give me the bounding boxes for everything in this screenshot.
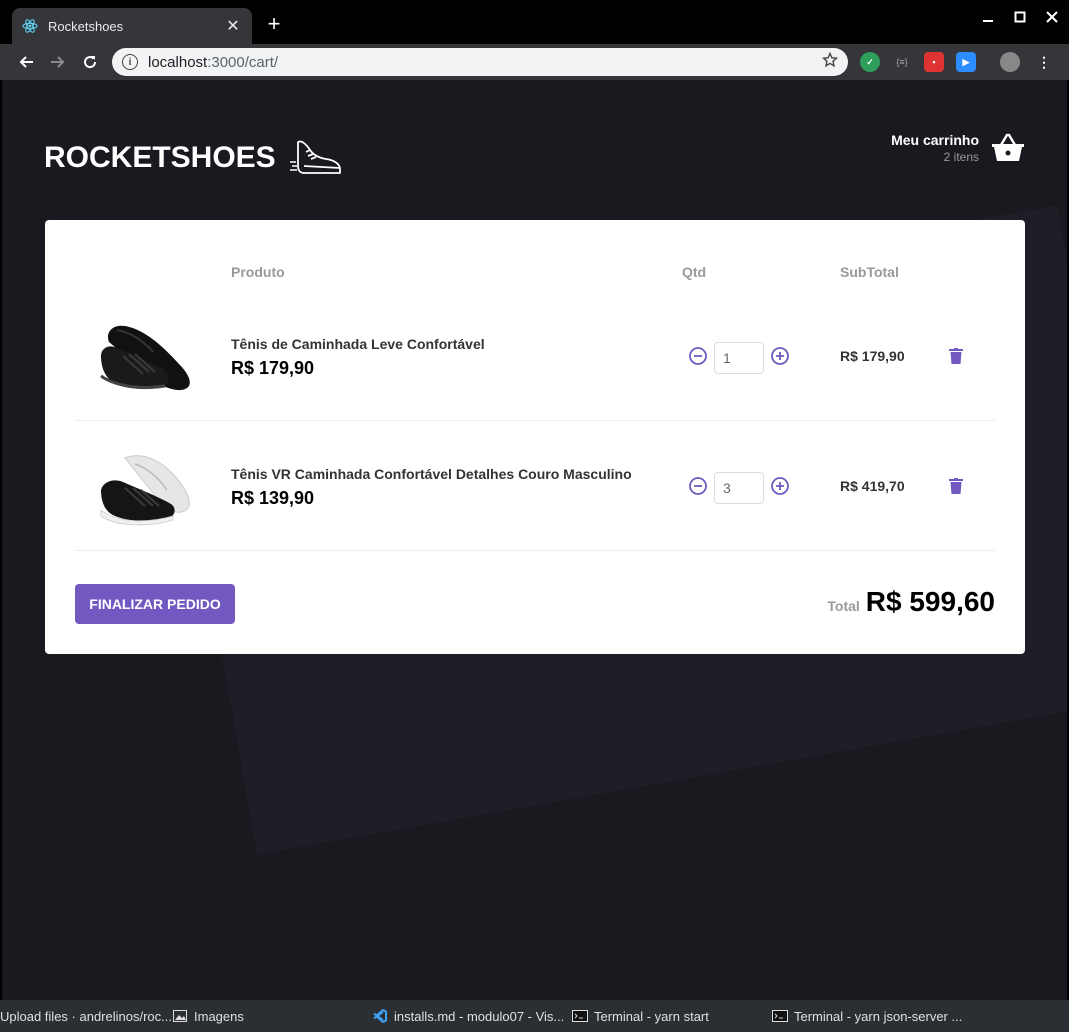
- increment-icon[interactable]: [770, 346, 790, 366]
- total-label: Total: [827, 598, 860, 614]
- vscode-icon: [372, 1009, 388, 1023]
- column-header-qty: Qtd: [682, 264, 707, 280]
- extension-zoom-icon[interactable]: ▶: [956, 52, 976, 72]
- cart-text: Meu carrinho 2 itens: [891, 132, 979, 164]
- taskbar-item-vscode[interactable]: installs.md - modulo07 - Vis...: [372, 1000, 564, 1032]
- row-divider: [75, 550, 995, 551]
- image-icon: [172, 1009, 188, 1023]
- taskbar-item-terminal-start[interactable]: Terminal - yarn start: [572, 1000, 709, 1032]
- profile-avatar[interactable]: [1000, 52, 1020, 72]
- maximize-icon[interactable]: [1013, 10, 1027, 24]
- column-header-product: Produto: [231, 264, 285, 280]
- decrement-icon[interactable]: [688, 476, 708, 496]
- product-image: [87, 436, 207, 536]
- trash-icon[interactable]: [946, 476, 966, 496]
- terminal-icon: [572, 1009, 588, 1023]
- cart-title: Meu carrinho: [891, 132, 979, 148]
- site-info-icon[interactable]: i: [122, 54, 138, 70]
- cart-link[interactable]: Meu carrinho 2 itens: [891, 132, 1025, 164]
- product-name: Tênis de Caminhada Leve Confortável: [231, 336, 485, 352]
- product-price: R$ 179,90: [231, 358, 315, 378]
- total-value: R$ 599,60: [865, 586, 995, 617]
- cart-count: 2 itens: [943, 150, 979, 164]
- browser-toolbar: i localhost:3000/cart/ ✓ {≡} ▪ ▶ ⋮: [0, 44, 1069, 80]
- item-subtotal: R$ 419,70: [840, 478, 905, 494]
- shopping-basket-icon: [991, 133, 1025, 163]
- logo[interactable]: ROCKETSHOES: [44, 138, 342, 178]
- react-icon: [22, 18, 38, 34]
- extension-json-icon[interactable]: {≡}: [892, 52, 912, 72]
- window-controls: [981, 10, 1059, 24]
- close-tab-icon[interactable]: ✕: [224, 16, 242, 36]
- new-tab-icon[interactable]: +: [264, 12, 284, 36]
- taskbar-item-label: Upload files · andrelinos/roc...: [0, 1008, 172, 1024]
- url-host: localhost: [148, 53, 208, 71]
- checkout-button[interactable]: Finalizar pedido: [75, 584, 235, 624]
- forward-arrow-icon[interactable]: [46, 50, 70, 74]
- taskbar-item-label: installs.md - modulo07 - Vis...: [394, 1008, 565, 1024]
- close-window-icon[interactable]: [1045, 10, 1059, 24]
- increment-icon[interactable]: [770, 476, 790, 496]
- column-header-subtotal: SubTotal: [840, 264, 899, 280]
- product-image: [87, 306, 207, 406]
- extension-translate-icon[interactable]: ✓: [860, 52, 880, 72]
- taskbar-item-terminal-json[interactable]: Terminal - yarn json-server ...: [772, 1000, 962, 1032]
- kebab-menu-icon[interactable]: ⋮: [1034, 52, 1054, 72]
- product-name: Tênis VR Caminhada Confortável Detalhes …: [231, 466, 632, 482]
- os-taskbar: Upload files · andrelinos/roc... Imagens…: [0, 1000, 1069, 1032]
- sneaker-icon: [289, 138, 342, 178]
- extension-red-icon[interactable]: ▪: [924, 52, 944, 72]
- quantity-input[interactable]: [714, 342, 764, 374]
- terminal-icon: [772, 1009, 788, 1023]
- minimize-icon[interactable]: [981, 10, 995, 24]
- reload-icon[interactable]: [78, 50, 102, 74]
- taskbar-item-browser[interactable]: Upload files · andrelinos/roc...: [0, 1000, 172, 1032]
- logo-text: ROCKETSHOES: [44, 141, 276, 174]
- row-divider: [75, 420, 995, 421]
- bookmark-star-icon[interactable]: [821, 51, 839, 73]
- item-subtotal: R$ 179,90: [840, 348, 905, 364]
- taskbar-item-label: Terminal - yarn start: [594, 1008, 709, 1024]
- tab-title: Rocketshoes: [48, 18, 124, 34]
- browser-tabbar: Rocketshoes ✕ +: [0, 0, 1069, 44]
- taskbar-item-images[interactable]: Imagens: [172, 1000, 244, 1032]
- back-arrow-icon[interactable]: [14, 50, 38, 74]
- page: ROCKETSHOES Meu carrinho 2 itens Produto…: [2, 80, 1067, 1000]
- decrement-icon[interactable]: [688, 346, 708, 366]
- url-path: :3000/cart/: [207, 53, 279, 71]
- product-price: R$ 139,90: [231, 488, 315, 508]
- trash-icon[interactable]: [946, 346, 966, 366]
- quantity-input[interactable]: [714, 472, 764, 504]
- address-bar[interactable]: i localhost:3000/cart/: [112, 48, 848, 76]
- cart-total: Total R$ 599,60: [827, 586, 995, 618]
- cart-panel: Produto Qtd SubTotal Tênis de Caminhada …: [45, 220, 1025, 654]
- taskbar-item-label: Imagens: [194, 1008, 244, 1024]
- taskbar-item-label: Terminal - yarn json-server ...: [794, 1008, 963, 1024]
- browser-tab[interactable]: Rocketshoes ✕: [12, 8, 252, 44]
